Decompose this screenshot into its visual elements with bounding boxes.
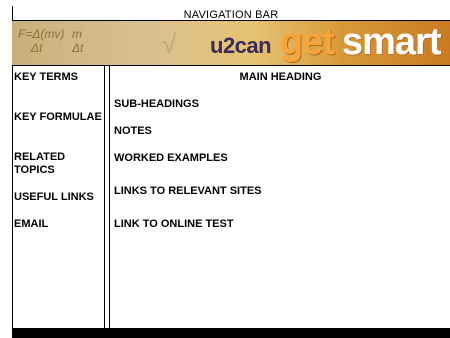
sidebar-item-related-topics[interactable]: RELATED TOPICS bbox=[14, 151, 74, 177]
main-content: MAIN HEADING SUB-HEADINGS NOTES WORKED E… bbox=[111, 66, 450, 328]
banner-sqrt-icon: √ bbox=[162, 29, 177, 59]
brand-get: get bbox=[280, 21, 335, 63]
main-item-worked-examples[interactable]: WORKED EXAMPLES bbox=[114, 152, 228, 164]
sidebar-item-key-formulae[interactable]: KEY FORMULAE bbox=[14, 111, 104, 124]
sidebar-item-useful-links[interactable]: USEFUL LINKS bbox=[14, 191, 104, 204]
footer-bar bbox=[12, 328, 450, 338]
sidebar-item-email[interactable]: EMAIL bbox=[14, 218, 104, 231]
brand-u2can: u2can bbox=[210, 33, 272, 58]
sidebar: KEY TERMS KEY FORMULAE RELATED TOPICS US… bbox=[12, 66, 105, 328]
brand-smart: smart bbox=[342, 21, 441, 63]
banner: F=Δ(mv) Δt m Δt √ u2can get smart bbox=[12, 21, 450, 65]
main-heading: MAIN HEADING bbox=[239, 71, 322, 83]
main-item-links-to-relevant-sites[interactable]: LINKS TO RELEVANT SITES bbox=[114, 185, 262, 197]
banner-formula-left: F=Δ(mv) Δt bbox=[18, 27, 65, 55]
main-item-sub-headings: SUB-HEADINGS bbox=[114, 98, 199, 110]
sidebar-separator bbox=[105, 66, 110, 328]
main-item-notes: NOTES bbox=[114, 125, 152, 137]
main-item-link-to-online-test[interactable]: LINK TO ONLINE TEST bbox=[114, 218, 234, 230]
sidebar-item-key-terms[interactable]: KEY TERMS bbox=[14, 71, 104, 84]
banner-formula-right: m Δt bbox=[72, 27, 84, 55]
